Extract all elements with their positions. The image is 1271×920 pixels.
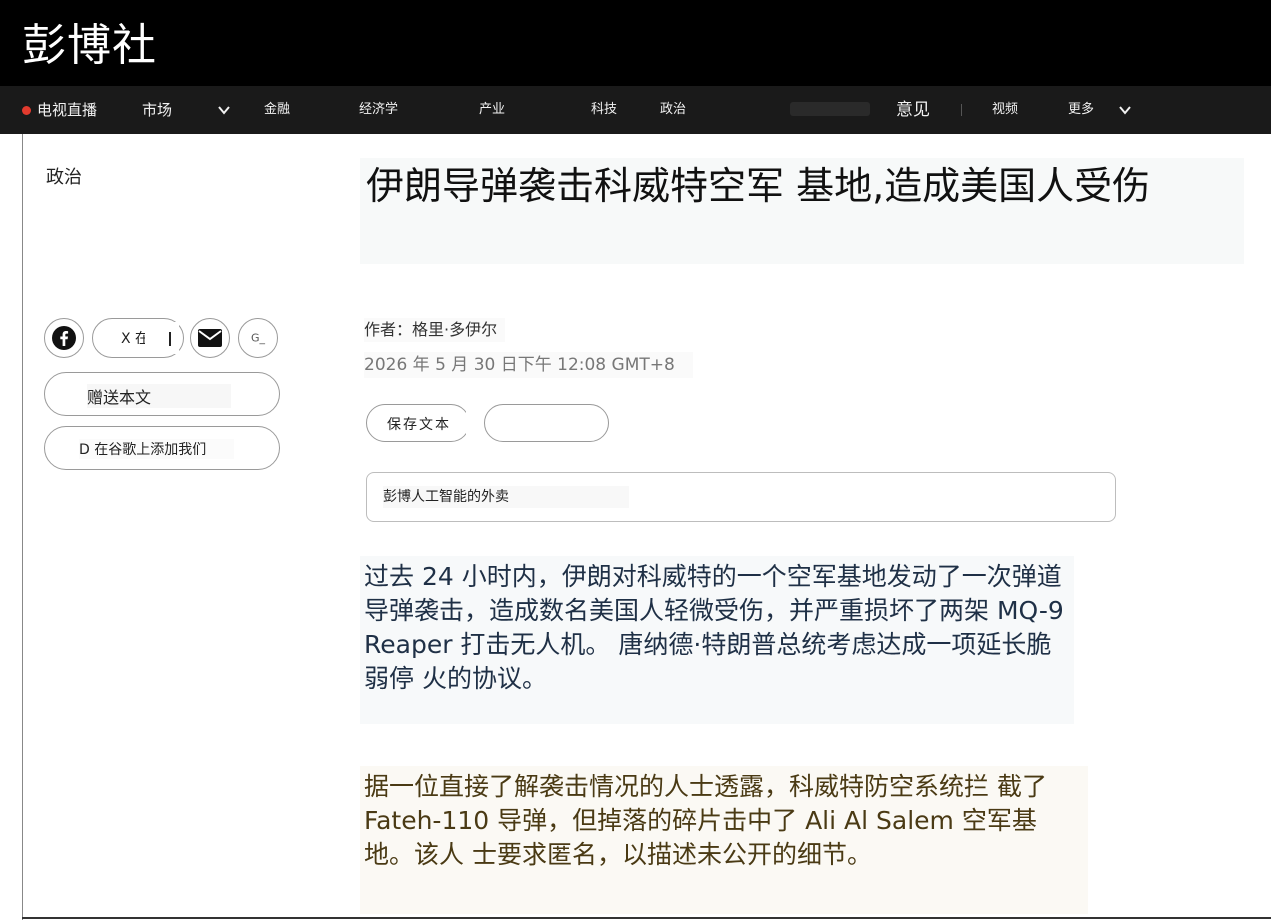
nav-live-tv[interactable]: 电视直播 [22,86,97,134]
add-google-button[interactable]: D 在谷歌上添加我们 [44,426,280,470]
nav-tech[interactable]: 科技 [591,86,617,134]
redacted-nav-item [790,102,870,116]
nav-politics[interactable]: 政治 [660,86,686,134]
share-x-button[interactable]: X 在 [92,318,184,358]
gift-article-label: 赠送本文 [87,384,232,408]
ai-takeaways-box[interactable]: 彭博人工智能的外卖 [366,472,1116,522]
page-left-border [22,134,23,920]
share-more-button[interactable]: G_ [238,318,278,358]
article-paragraph: 据一位直接了解袭击情况的人士透露，科威特防空系统拦 截了 Fateh-110 导… [360,766,1088,914]
save-article-label: 保存文本 [387,417,451,433]
nav-markets[interactable]: 市场 [142,86,172,134]
nav-more[interactable]: 更多 [1068,86,1094,134]
share-email-button[interactable] [190,318,230,358]
nav-economics[interactable]: 经济学 [359,86,398,134]
live-dot-icon [22,106,31,115]
redacted-mark [145,322,179,354]
site-logo[interactable]: 彭博社 [22,18,157,74]
article-paragraph: 过去 24 小时内，伊朗对科威特的一个空军基地发动了一次弹道导弹袭击，造成数名美… [360,556,1074,724]
nav-divider [961,104,962,116]
save-article-button[interactable]: 保存文本 [366,404,470,442]
share-facebook-button[interactable] [44,318,84,358]
chevron-down-icon[interactable] [217,103,231,117]
article-author[interactable]: 作者：格里·多伊尔 [364,318,506,342]
section-label[interactable]: 政治 [46,166,122,190]
bottom-border [22,917,1271,919]
nav-opinion[interactable]: 意见 [896,86,930,134]
cursor-mark [169,332,171,346]
email-icon [198,329,222,347]
nav-video[interactable]: 视频 [992,86,1018,134]
nav-industry[interactable]: 产业 [479,86,505,134]
ai-takeaways-label: 彭博人工智能的外卖 [383,486,629,508]
site-header: 彭博社 [0,0,1271,86]
gift-article-button[interactable]: 赠送本文 [44,372,280,416]
article-headline: 伊朗导弹袭击科威特空军 基地,造成美国人受伤 [366,164,1151,208]
chevron-down-icon[interactable] [1118,103,1132,117]
share-more-label: G_ [250,331,266,345]
secondary-action-button[interactable] [484,404,609,442]
article-date: 2026 年 5 月 30 日下午 12:08 GMT+8 [364,352,693,378]
facebook-icon [52,326,76,350]
nav-finance[interactable]: 金融 [264,86,290,134]
add-google-label: D 在谷歌上添加我们 [79,439,235,459]
main-nav: 电视直播 市场 金融 经济学 产业 科技 政治 意见 视频 更多 [0,86,1271,134]
